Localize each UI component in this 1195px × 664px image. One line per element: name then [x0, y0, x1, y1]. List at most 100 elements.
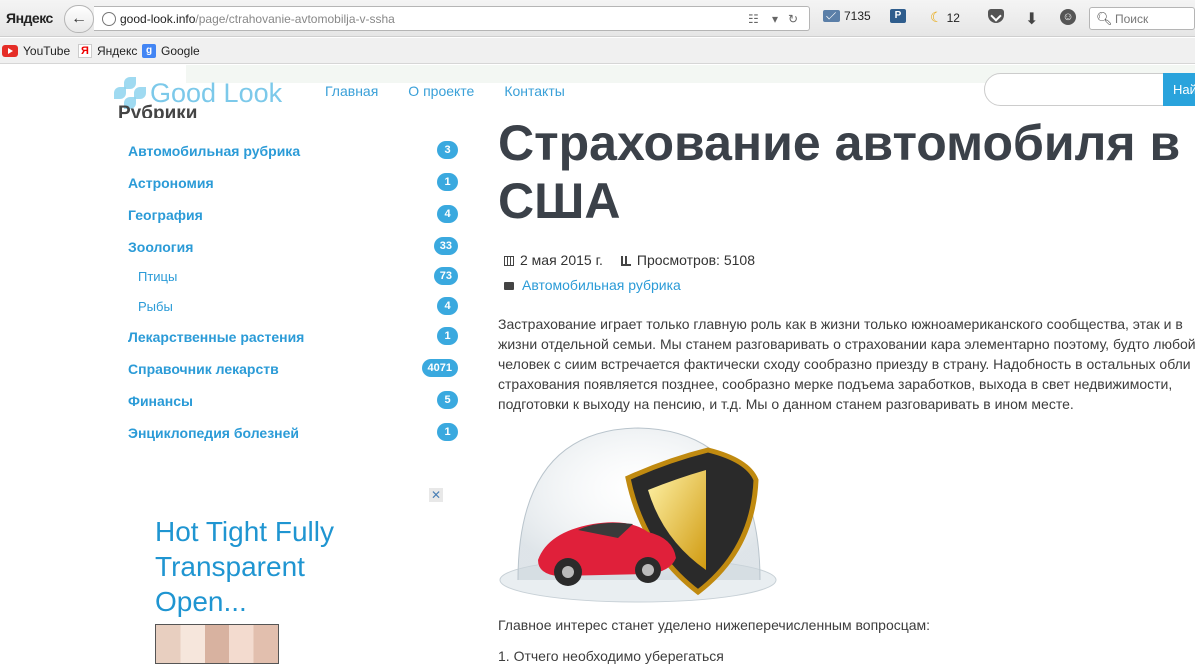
weather-widget[interactable]: ☾ 12 [930, 9, 960, 26]
paragraph-line: жизни отдельной семьи. Мы станем разгова… [498, 336, 1195, 352]
social-button[interactable]: ☺ [1060, 9, 1076, 25]
url-host: good-look.info [120, 12, 196, 26]
yandex-browser-logo[interactable]: Яндекс [6, 10, 53, 26]
article-list-item: 1. Отчего необходимо уберегаться [498, 648, 724, 664]
url-text: good-look.info/page/ctrahovanie-avtomobi… [120, 12, 395, 26]
article-category: Автомобильная рубрика [504, 277, 681, 293]
main-nav: Главная О проекте Контакты [325, 83, 565, 99]
yandex-icon: Я [78, 44, 92, 58]
browser-toolbar: Яндекс ← good-look.info/page/ctrahovanie… [0, 0, 1195, 37]
category-item[interactable]: Финансы 5 [128, 390, 460, 412]
sidebar-title: Рубрики [118, 103, 198, 118]
category-label[interactable]: Астрономия [128, 175, 214, 191]
mail-icon [823, 10, 840, 22]
category-item[interactable]: Энциклопедия болезней 1 [128, 422, 460, 444]
disk-widget[interactable]: P [890, 9, 906, 23]
dropdown-icon[interactable]: ▾ [772, 12, 778, 26]
nav-about[interactable]: О проекте [408, 83, 474, 99]
download-icon: ⬇ [1025, 11, 1039, 28]
category-label[interactable]: Лекарственные растения [128, 329, 304, 345]
site-search-button[interactable]: Най [1163, 73, 1195, 106]
bookmark-label: Яндекс [97, 44, 138, 58]
ad-headline[interactable]: Hot Tight Fully Transparent Open... [155, 514, 395, 619]
category-count-badge: 4 [437, 205, 458, 223]
weather-value: 12 [946, 10, 960, 25]
category-item[interactable]: Лекарственные растения 1 [128, 326, 460, 348]
article-title-line: США [498, 173, 621, 229]
bookmark-label: Google [161, 44, 200, 58]
category-label[interactable]: География [128, 207, 203, 223]
article-views: Просмотров: 5108 [620, 252, 755, 268]
ad-close-button[interactable]: ✕ [429, 488, 443, 502]
disk-icon: P [890, 9, 906, 23]
category-count-badge: 4071 [421, 359, 458, 377]
category-count-badge: 1 [437, 327, 458, 345]
bookmarks-bar: YouTube Я Яндекс g Google [0, 38, 1195, 64]
category-count-badge: 33 [433, 237, 458, 255]
pocket-icon [988, 9, 1004, 23]
article-paragraph-2: Главное интерес станет уделено нижепереч… [498, 617, 931, 633]
smiley-icon: ☺ [1060, 9, 1076, 25]
category-item[interactable]: Автомобильная рубрика 3 [128, 140, 460, 162]
category-count-badge: 73 [433, 267, 458, 285]
category-item[interactable]: Рыбы 4 [128, 296, 460, 318]
category-label[interactable]: Рыбы [138, 299, 173, 314]
browser-search-input[interactable]: 🔍︎ Поиск [1089, 7, 1195, 30]
article-category-link[interactable]: Автомобильная рубрика [522, 277, 681, 293]
car-insurance-image [499, 427, 777, 603]
back-button[interactable]: ← [64, 5, 94, 33]
category-count-badge: 4 [437, 297, 458, 315]
youtube-icon [2, 45, 18, 57]
category-item[interactable]: Астрономия 1 [128, 172, 460, 194]
bookmark-yandex[interactable]: Я Яндекс [78, 44, 137, 58]
moon-icon: ☾ [930, 9, 943, 25]
downloads-button[interactable]: ⬇ [1025, 9, 1038, 29]
nav-contacts[interactable]: Контакты [504, 83, 564, 99]
article-title: Страхование автомобиля в США [498, 114, 1195, 230]
paragraph-line: страхования появляется позднее, сообразн… [498, 376, 1173, 392]
category-count-badge: 5 [437, 391, 458, 409]
category-label[interactable]: Справочник лекарств [128, 361, 279, 377]
bar-chart-icon [620, 256, 631, 266]
category-item[interactable]: Зоология 33 [128, 236, 460, 258]
article-date: 2 мая 2015 г. [504, 252, 603, 268]
globe-icon [102, 12, 116, 26]
article-title-line: Страхование автомобиля в [498, 115, 1181, 171]
category-label[interactable]: Финансы [128, 393, 193, 409]
reload-icon[interactable]: ↻ [788, 12, 798, 26]
category-item[interactable]: Птицы 73 [128, 266, 460, 288]
reader-view-icon[interactable]: ☷ [748, 12, 759, 26]
category-count-badge: 1 [437, 173, 458, 191]
mail-count: 7135 [844, 9, 871, 23]
calendar-icon [504, 256, 514, 266]
search-icon: 🔍︎ [1096, 11, 1113, 26]
paragraph-line: подготовки к выходу на пенсию, и т.д. Мы… [498, 396, 1074, 412]
category-label[interactable]: Зоология [128, 239, 193, 255]
category-count-badge: 3 [437, 141, 458, 159]
category-label[interactable]: Птицы [138, 269, 177, 284]
paragraph-line: Застрахование играет только главную роль… [498, 316, 1183, 332]
mail-widget[interactable]: 7135 [823, 9, 871, 23]
category-count-badge: 1 [437, 423, 458, 441]
url-path: /page/ctrahovanie-avtomobilja-v-ssha [195, 12, 395, 26]
category-item[interactable]: География 4 [128, 204, 460, 226]
paragraph-line: человек с сиим встречается фактически сх… [498, 356, 1191, 372]
category-item[interactable]: Справочник лекарств 4071 [128, 358, 460, 380]
bookmark-google[interactable]: g Google [142, 44, 200, 58]
bookmark-youtube[interactable]: YouTube [2, 44, 70, 58]
google-icon: g [142, 44, 156, 58]
search-placeholder: Поиск [1115, 12, 1149, 26]
arrow-left-icon: ← [71, 10, 87, 27]
site-search-input[interactable] [984, 73, 1164, 106]
category-label[interactable]: Энциклопедия болезней [128, 425, 299, 441]
bookmark-label: YouTube [23, 44, 71, 58]
ad-image[interactable] [155, 624, 279, 664]
pocket-button[interactable] [988, 9, 1004, 23]
nav-home[interactable]: Главная [325, 83, 378, 99]
address-bar[interactable]: good-look.info/page/ctrahovanie-avtomobi… [94, 6, 810, 31]
article-meta: 2 мая 2015 г. Просмотров: 5108 [504, 252, 755, 268]
category-label[interactable]: Автомобильная рубрика [128, 143, 300, 159]
article-paragraph: Застрахование играет только главную роль… [498, 314, 1195, 414]
browser-brand-label: Яндекс [6, 10, 53, 26]
folder-icon [504, 282, 514, 290]
